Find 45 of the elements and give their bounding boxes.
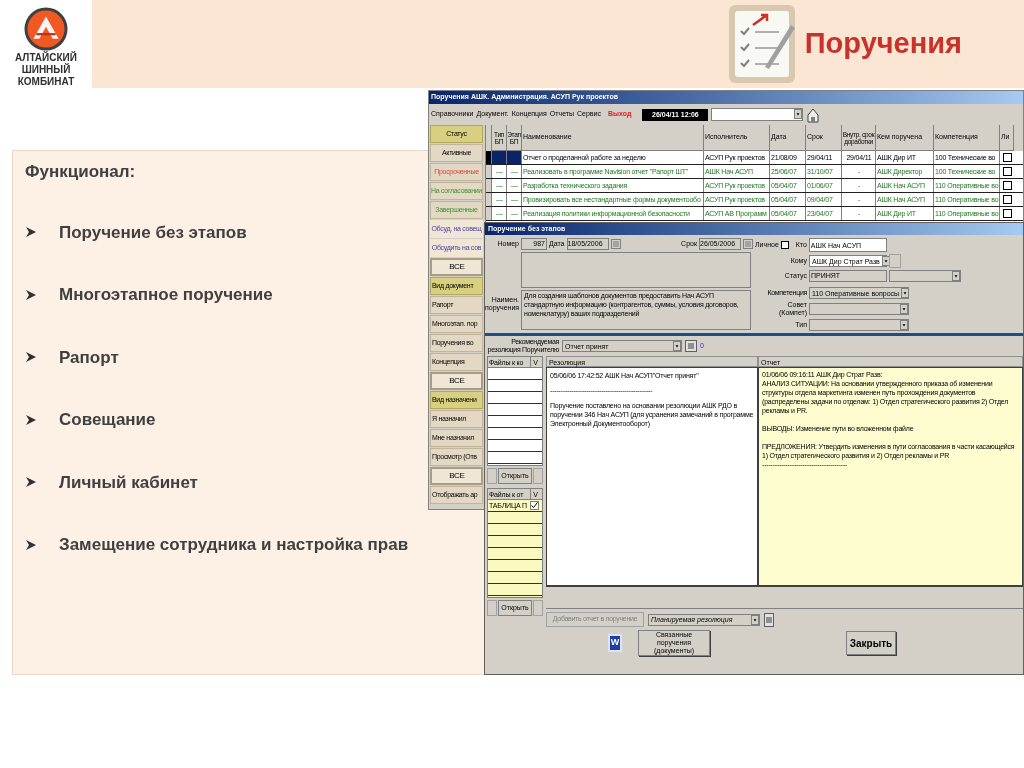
sidebar-item[interactable]: ВСЕ: [430, 467, 483, 485]
arrow-bullet-icon: [25, 226, 37, 239]
bullet-text: Рапорт: [59, 346, 119, 369]
logo-text: АЛТАЙСКИЙ: [15, 52, 77, 63]
checkbox[interactable]: [780, 241, 789, 249]
bullet-text: Замещение сотрудника и настройка прав: [59, 534, 409, 556]
row-selector[interactable]: [486, 165, 492, 178]
sidebar-item[interactable]: ВСЕ: [430, 372, 483, 390]
table-cell: [507, 151, 522, 164]
row-selector[interactable]: [486, 179, 492, 192]
panel-heading: Функционал:: [25, 161, 136, 183]
row-selector[interactable]: [486, 207, 492, 220]
arrow-bullet-icon: [25, 476, 37, 489]
word-icon[interactable]: W: [608, 634, 622, 652]
arrow-bullet-icon: [25, 351, 37, 364]
calendar-icon[interactable]: [743, 239, 753, 249]
close-button[interactable]: Закрыть: [846, 631, 896, 655]
logo-text: КОМБИНАТ: [17, 76, 75, 88]
checkbox[interactable]: [1002, 181, 1012, 190]
search-combo[interactable]: [711, 108, 804, 121]
logo-text: ШИННЫЙ: [21, 64, 71, 76]
list-icon[interactable]: [685, 340, 697, 352]
checkbox[interactable]: [530, 501, 539, 510]
bullet-text: Поручение без этапов: [59, 221, 247, 244]
arrow-bullet-icon: [25, 288, 37, 301]
checkbox[interactable]: [1002, 153, 1012, 162]
bullet-text: Личный кабинет: [59, 471, 198, 494]
bullet-text: Совещание: [59, 409, 156, 431]
checkbox[interactable]: [1002, 195, 1012, 204]
checkbox[interactable]: [1002, 167, 1012, 176]
bullet-text: Многоэтапное поручение: [59, 284, 273, 306]
calendar-icon[interactable]: [610, 239, 621, 249]
home-icon[interactable]: [806, 106, 821, 123]
report-text-area[interactable]: [758, 367, 1023, 586]
list-icon[interactable]: [764, 612, 774, 627]
page-title: Поручения: [804, 26, 962, 62]
arrow-bullet-icon: [25, 413, 37, 426]
row-selector[interactable]: [486, 151, 492, 164]
sidebar-item[interactable]: ВСЕ: [430, 258, 483, 276]
checkbox[interactable]: [1002, 209, 1012, 218]
memo-field[interactable]: [521, 252, 751, 288]
table-cell: [492, 151, 507, 164]
row-selector[interactable]: [486, 193, 492, 206]
arrow-bullet-icon: [25, 538, 37, 551]
resolution-text-area[interactable]: [546, 367, 758, 586]
